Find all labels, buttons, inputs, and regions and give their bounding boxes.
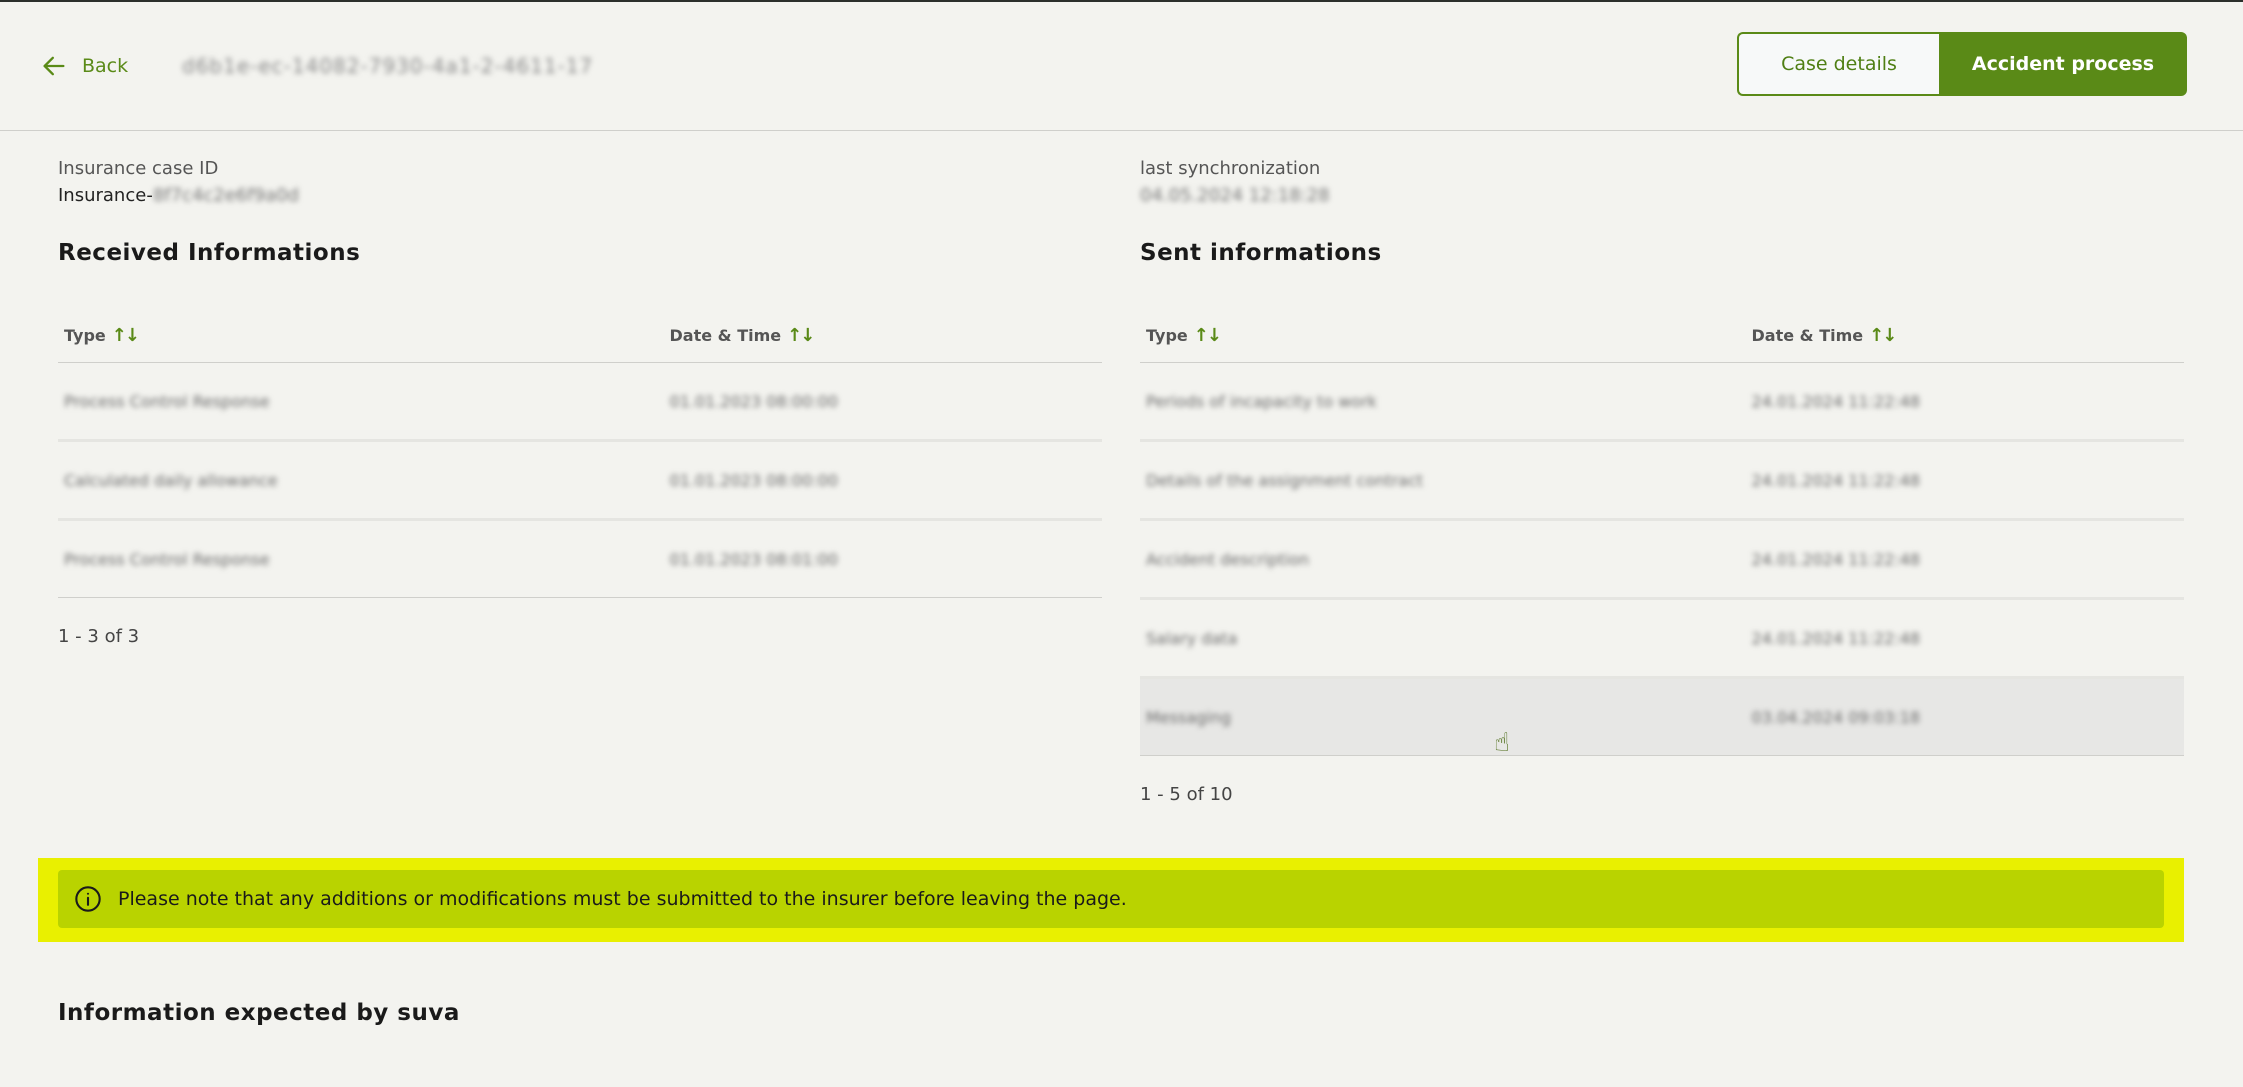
page-header: Back d6b1e-ec-14082-7930-4a1-2-4611-17 C… [0, 2, 2243, 131]
sent-table: Type ↑↓ Date & Time ↑↓ Periods of incapaci… [1140, 296, 2184, 756]
information-expected-title: Information expected by suva [58, 1000, 460, 1026]
col-type-label: Type [1146, 326, 1188, 345]
row-type: Process Control Response [64, 391, 270, 411]
row-datetime: 24.01.2024 11:22:48 [1751, 628, 1921, 648]
sort-arrows-icon[interactable]: ↑↓ [112, 325, 140, 346]
insurance-case-id-blurred: 8f7c4c2e6f9a0d [152, 185, 299, 206]
accident-process-button[interactable]: Accident process [1939, 32, 2187, 96]
row-datetime: 24.01.2024 11:22:48 [1751, 549, 1921, 569]
case-title: d6b1e-ec-14082-7930-4a1-2-4611-17 [182, 54, 594, 78]
table-row[interactable]: Accident description 24.01.2024 11:22:48 [1140, 519, 2184, 600]
col-type-label: Type [64, 326, 106, 345]
table-row[interactable]: Process Control Response 01.01.2023 08:0… [58, 362, 1102, 442]
row-type: Messaging [1146, 707, 1232, 727]
col-datetime-label: Date & Time [669, 326, 782, 345]
back-button[interactable]: Back [40, 52, 128, 80]
table-row[interactable]: Details of the assignment contract 24.01… [1140, 440, 2184, 521]
table-row[interactable]: Messaging 03.04.2024 09:03:18 [1140, 677, 2184, 756]
back-label: Back [82, 55, 129, 77]
sent-pagination: 1 - 5 of 10 [1140, 784, 1233, 805]
insurance-case-id-value: Insurance-8f7c4c2e6f9a0d [58, 185, 1102, 206]
sort-arrows-icon[interactable]: ↑↓ [1869, 325, 1897, 346]
col-datetime-header: Date & Time ↑↓ [663, 296, 1102, 363]
col-datetime-header: Date & Time ↑↓ [1745, 296, 2184, 363]
insurance-case-id-label: Insurance case ID [58, 158, 219, 179]
row-type: Calculated daily allowance [64, 470, 278, 490]
row-datetime: 24.01.2024 11:22:48 [1751, 470, 1921, 490]
row-type: Salary data [1146, 628, 1238, 648]
col-type-header: Type ↑↓ [1140, 296, 1746, 363]
sort-arrows-icon[interactable]: ↑↓ [787, 325, 815, 346]
hand-pointer-icon: ☝ [1494, 728, 1510, 758]
info-circle-icon [75, 886, 101, 912]
table-row[interactable]: Calculated daily allowance 01.01.2023 08… [58, 440, 1102, 521]
col-type-header: Type ↑↓ [58, 296, 664, 363]
last-sync-value: 04.05.2024 12:18:28 [1140, 185, 1330, 206]
case-details-button[interactable]: Case details [1737, 32, 1939, 96]
table-row[interactable]: Salary data 24.01.2024 11:22:48 [1140, 598, 2184, 679]
row-type: Accident description [1146, 549, 1310, 569]
row-type: Periods of incapacity to work [1146, 391, 1377, 411]
insurance-case-id-prefix: Insurance- [58, 185, 153, 206]
row-type: Details of the assignment contract [1146, 470, 1424, 490]
sent-informations-title: Sent informations [1140, 240, 1382, 266]
received-informations-title: Received Informations [58, 240, 361, 266]
last-sync-label: last synchronization [1140, 158, 1321, 179]
received-panel: Insurance case ID Insurance-8f7c4c2e6f9a… [58, 158, 1102, 647]
row-datetime: 01.01.2023 08:00:00 [669, 391, 839, 411]
table-row[interactable]: Periods of incapacity to work 24.01.2024… [1140, 362, 2184, 442]
table-row[interactable]: Process Control Response 01.01.2023 08:0… [58, 519, 1102, 598]
notice-banner: Please note that any additions or modifi… [38, 858, 2184, 942]
sort-arrows-icon[interactable]: ↑↓ [1194, 325, 1222, 346]
row-datetime: 01.01.2023 08:01:00 [669, 549, 839, 569]
view-toggle: Case details Accident process [1737, 32, 2187, 96]
notice-text: Please note that any additions or modifi… [118, 888, 1127, 910]
received-table: Type ↑↓ Date & Time ↑↓ Process Control Res… [58, 296, 1102, 598]
row-type: Process Control Response [64, 549, 270, 569]
arrow-left-icon [43, 56, 65, 76]
row-datetime: 03.04.2024 09:03:18 [1751, 707, 1921, 727]
notice-box: Please note that any additions or modifi… [58, 870, 2164, 928]
row-datetime: 24.01.2024 11:22:48 [1751, 391, 1921, 411]
table-header-row: Type ↑↓ Date & Time ↑↓ [58, 296, 1102, 363]
row-datetime: 01.01.2023 08:00:00 [669, 470, 839, 490]
col-datetime-label: Date & Time [1751, 326, 1864, 345]
sent-panel: last synchronization 04.05.2024 12:18:28… [1140, 158, 2184, 805]
received-pagination: 1 - 3 of 3 [58, 626, 140, 647]
table-header-row: Type ↑↓ Date & Time ↑↓ [1140, 296, 2184, 363]
